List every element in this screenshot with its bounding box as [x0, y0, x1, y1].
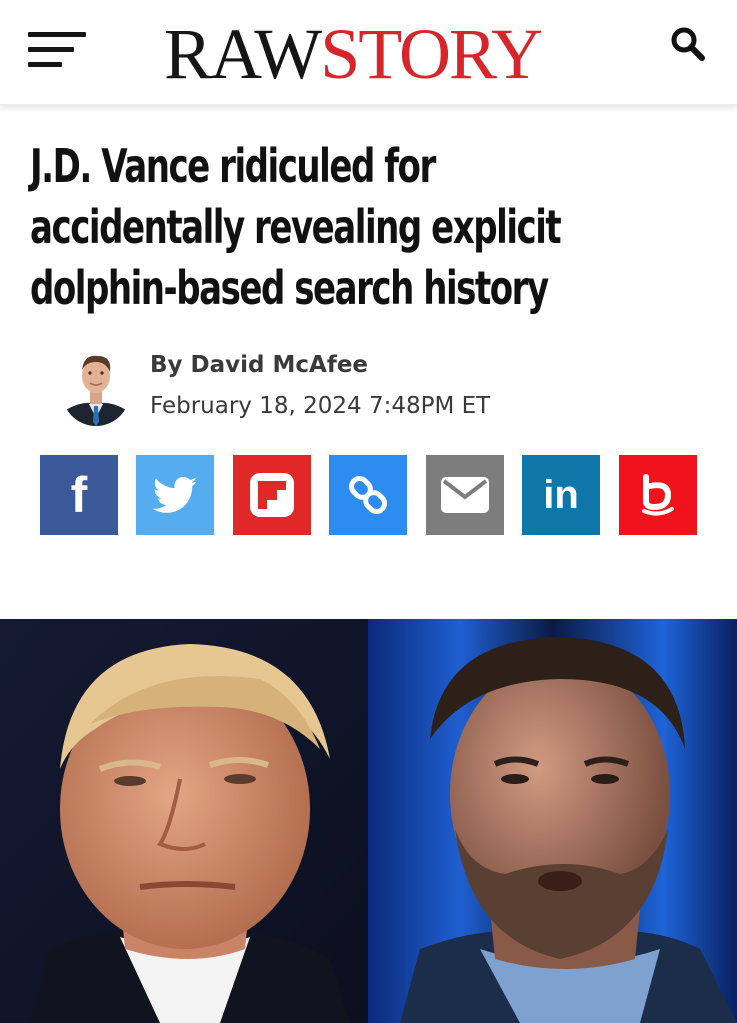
headline-line: J.D. Vance ridiculed for — [30, 139, 436, 193]
link-icon — [349, 476, 387, 514]
email-icon — [441, 477, 489, 513]
article-hero-image[interactable] — [0, 619, 737, 1023]
linkedin-share-button[interactable]: in — [522, 455, 600, 535]
author-avatar[interactable] — [62, 348, 130, 426]
article-headline: J.D. Vance ridiculed for accidentally re… — [30, 136, 696, 319]
email-share-button[interactable] — [426, 455, 504, 535]
search-icon[interactable] — [668, 24, 708, 64]
facebook-share-button[interactable]: f — [40, 455, 118, 535]
site-logo[interactable]: RAWSTORY — [164, 18, 574, 90]
author-byline[interactable]: By David McAfee — [150, 352, 368, 378]
headline-line: dolphin-based search history — [30, 261, 549, 315]
twitter-share-button[interactable] — [136, 455, 214, 535]
linkedin-icon: in — [543, 473, 579, 517]
bluesky-icon — [642, 474, 674, 516]
facebook-icon: f — [70, 467, 88, 523]
hamburger-menu-icon[interactable] — [28, 30, 88, 70]
share-buttons: f in — [40, 455, 700, 535]
article-page: RAWSTORY J.D. Vance ridiculed for accide… — [0, 0, 737, 1023]
twitter-icon — [153, 477, 197, 513]
site-header: RAWSTORY — [0, 0, 737, 105]
publish-date: February 18, 2024 7:48PM ET — [150, 393, 491, 419]
copy-link-button[interactable] — [329, 455, 407, 535]
flipboard-icon — [250, 473, 294, 517]
headline-line: accidentally revealing explicit — [30, 200, 562, 254]
flipboard-share-button[interactable] — [233, 455, 311, 535]
logo-raw: RAW — [164, 14, 322, 94]
logo-story: STORY — [320, 14, 543, 94]
bluesky-share-button[interactable] — [619, 455, 697, 535]
